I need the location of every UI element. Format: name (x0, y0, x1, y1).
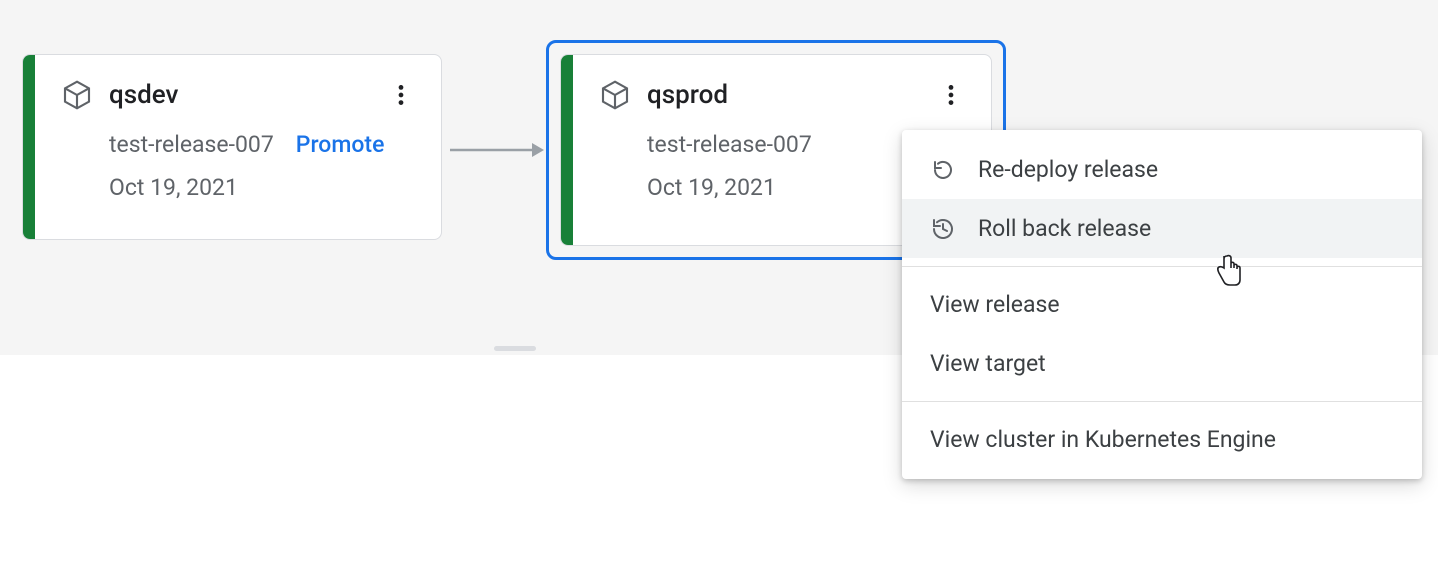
release-date: Oct 19, 2021 (109, 174, 419, 201)
release-name: test-release-007 (647, 131, 812, 158)
pipeline-arrow (450, 140, 544, 160)
panel-resize-handle[interactable] (494, 346, 536, 351)
menu-item-view-release[interactable]: View release (902, 275, 1422, 334)
pipeline-canvas: qsdev test-release-007 Promote Oct 19, 2… (0, 0, 1438, 360)
target-title: qsprod (647, 80, 728, 110)
status-indicator-success (23, 55, 35, 239)
menu-item-label: View release (930, 291, 1060, 318)
history-icon (930, 216, 956, 242)
menu-item-label: Roll back release (978, 215, 1151, 242)
menu-item-redeploy[interactable]: Re-deploy release (902, 140, 1422, 199)
release-name: test-release-007 (109, 131, 274, 158)
target-title: qsdev (109, 80, 178, 110)
menu-item-view-cluster[interactable]: View cluster in Kubernetes Engine (902, 410, 1422, 469)
kubernetes-icon (61, 79, 93, 111)
context-menu: Re-deploy release Roll back release View… (902, 130, 1422, 479)
menu-item-label: View cluster in Kubernetes Engine (930, 426, 1276, 453)
more-actions-button[interactable] (383, 77, 419, 113)
more-actions-button[interactable] (933, 77, 969, 113)
menu-item-label: Re-deploy release (978, 156, 1158, 183)
menu-item-rollback[interactable]: Roll back release (902, 199, 1422, 258)
promote-button[interactable]: Promote (296, 131, 385, 158)
menu-divider (902, 401, 1422, 402)
kubernetes-icon (599, 79, 631, 111)
menu-item-label: View target (930, 350, 1046, 377)
status-indicator-success (561, 55, 573, 245)
menu-item-view-target[interactable]: View target (902, 334, 1422, 393)
menu-divider (902, 266, 1422, 267)
target-card-dev[interactable]: qsdev test-release-007 Promote Oct 19, 2… (22, 54, 442, 240)
redeploy-icon (930, 157, 956, 183)
